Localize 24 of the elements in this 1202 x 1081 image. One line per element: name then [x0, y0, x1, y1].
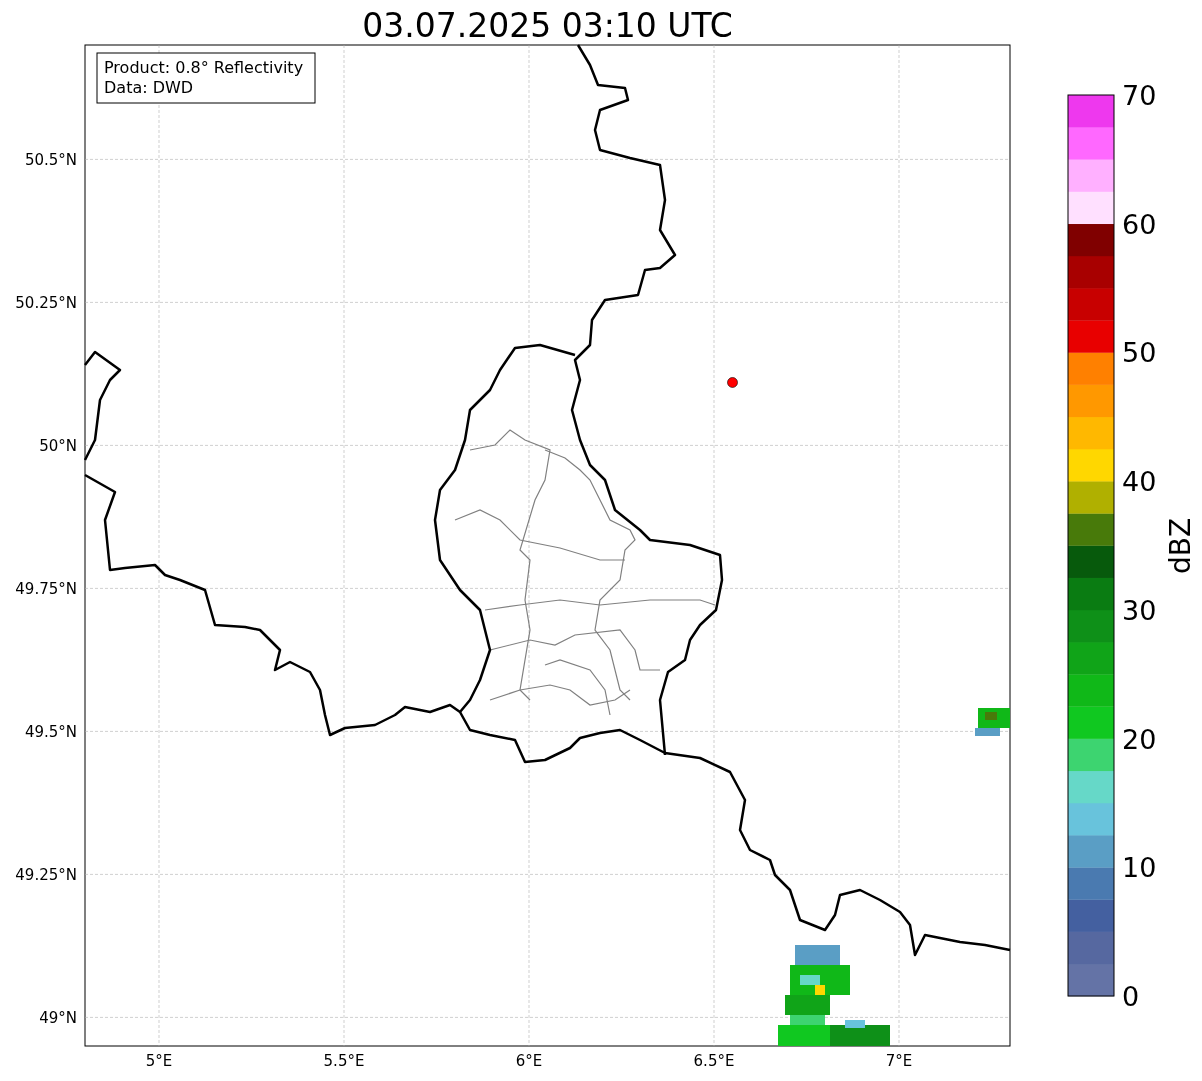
- tick-label: 5°E: [145, 1052, 173, 1070]
- colorbar-tick-label: 10: [1122, 852, 1157, 884]
- tick-label: 50°N: [39, 437, 77, 456]
- tick-label: 49.5°N: [24, 723, 77, 742]
- colorbar-tick-label: 70: [1122, 80, 1157, 111]
- tick-label: 49.75°N: [15, 580, 77, 599]
- tick-label: 50.25°N: [15, 294, 77, 313]
- colorbar-tick-label: 60: [1122, 208, 1157, 240]
- colorbar-tick-label: 0: [1122, 981, 1140, 1012]
- colorbar-tick-label: 30: [1122, 594, 1157, 626]
- colorbar-label: dBZ: [1164, 517, 1197, 575]
- tick-label: 49.25°N: [15, 866, 77, 885]
- info-text: Data: DWD: [104, 78, 194, 97]
- tick-label: 5.5°E: [323, 1052, 365, 1070]
- tick-label: 7°E: [885, 1052, 913, 1070]
- tick-label: 50.5°N: [24, 151, 77, 170]
- tick-label: 6°E: [515, 1052, 543, 1070]
- info-text: Product: 0.8° Reflectivity: [104, 58, 304, 77]
- colorbar-tick-label: 50: [1122, 337, 1157, 369]
- chart-title: 03.07.2025 03:10 UTC: [362, 6, 733, 45]
- colorbar-tick-label: 40: [1122, 466, 1157, 498]
- tick-label: 6.5°E: [693, 1052, 735, 1070]
- colorbar-tick-label: 20: [1122, 723, 1157, 755]
- tick-label: 49°N: [39, 1009, 77, 1028]
